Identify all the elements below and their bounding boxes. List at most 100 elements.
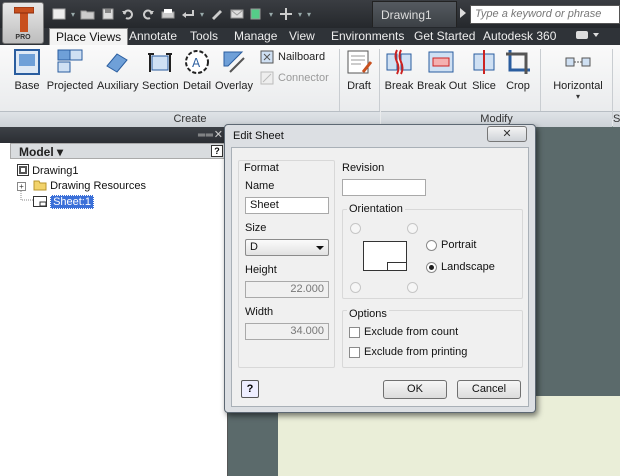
horizontal-dropdown-icon[interactable]: ▾ <box>550 92 606 101</box>
dialog-help-button[interactable]: ? <box>241 380 259 398</box>
size-select[interactable]: D <box>245 239 329 256</box>
open-icon[interactable] <box>79 7 96 22</box>
slice-button[interactable]: Slice <box>470 47 498 99</box>
origin-top-left-radio[interactable] <box>350 223 361 234</box>
redo-icon[interactable] <box>139 7 156 22</box>
crop-button[interactable]: Crop <box>503 47 533 99</box>
draft-view-label: Draft <box>347 80 371 92</box>
browser-title-bar[interactable]: ═ ═ ✕ <box>0 127 228 143</box>
color-dropdown-icon[interactable]: ▾ <box>268 10 274 19</box>
next-panel-title[interactable]: S <box>613 111 620 127</box>
ribbon-divider <box>339 49 340 119</box>
slice-label: Slice <box>472 80 496 92</box>
quick-access-toolbar: ▾ ▾ ▾ ▾ ▾ <box>50 5 312 23</box>
tab-autodesk-360[interactable]: Autodesk 360 <box>483 28 556 45</box>
origin-bottom-right-radio[interactable] <box>407 282 418 293</box>
measure-icon[interactable] <box>277 7 294 22</box>
landscape-label: Landscape <box>441 261 495 273</box>
overlay-view-label: Overlay <box>215 80 253 92</box>
draft-view-button[interactable]: Draft <box>344 47 374 99</box>
mail-icon[interactable] <box>228 7 245 22</box>
app-edition-label: PRO <box>15 34 31 41</box>
color-icon[interactable] <box>248 7 265 22</box>
overlay-view-button[interactable]: Overlay <box>215 47 253 99</box>
cancel-button[interactable]: Cancel <box>457 380 521 399</box>
new-dropdown-icon[interactable]: ▾ <box>70 10 76 19</box>
break-out-icon <box>426 47 456 77</box>
browser-header[interactable]: Model ▾ ? <box>10 143 226 159</box>
tree-item-drawing[interactable]: Drawing1 <box>17 164 79 177</box>
tab-environments[interactable]: Environments <box>331 28 404 45</box>
tab-annotate[interactable]: Annotate <box>129 28 177 45</box>
camera-icon[interactable] <box>576 31 588 39</box>
nailboard-button[interactable]: Nailboard <box>260 50 325 64</box>
camera-dropdown-icon[interactable] <box>593 33 599 37</box>
expand-arrow-icon[interactable] <box>460 8 466 18</box>
tab-manage[interactable]: Manage <box>234 28 277 45</box>
exclude-count-checkbox[interactable] <box>349 327 360 338</box>
tree-item-drawing-resources[interactable]: Drawing Resources <box>33 179 146 192</box>
return-dropdown-icon[interactable]: ▾ <box>199 10 205 19</box>
width-field: 34.000 <box>245 323 329 340</box>
browser-close-icon[interactable]: ✕ <box>214 128 223 141</box>
document-tab[interactable]: Drawing1 <box>372 1 457 27</box>
revision-field[interactable] <box>342 179 426 196</box>
tree-connector-lines <box>20 191 33 201</box>
base-view-button[interactable]: Base <box>12 47 42 99</box>
ribbon-panel: Base Projected Auxiliary Section A Detai… <box>0 45 620 127</box>
name-field[interactable]: Sheet <box>245 197 329 214</box>
orientation-legend: Orientation <box>347 203 405 215</box>
new-file-icon[interactable] <box>50 7 67 22</box>
break-button[interactable]: Break <box>384 47 414 99</box>
save-icon[interactable] <box>99 7 116 22</box>
origin-bottom-left-radio[interactable] <box>350 282 361 293</box>
projected-view-button[interactable]: Projected <box>46 47 94 99</box>
folder-icon <box>33 180 47 191</box>
height-field: 22.000 <box>245 281 329 298</box>
connector-icon <box>260 71 274 85</box>
break-out-button[interactable]: Break Out <box>417 47 467 99</box>
auxiliary-view-button[interactable]: Auxiliary <box>97 47 139 99</box>
exclude-count-label: Exclude from count <box>364 326 459 338</box>
qat-customize-icon[interactable]: ▾ <box>306 10 312 19</box>
tree-item-resources-label: Drawing Resources <box>50 180 147 192</box>
dialog-close-button[interactable]: ✕ <box>487 126 527 142</box>
origin-top-right-radio[interactable] <box>407 223 418 234</box>
tab-view[interactable]: View <box>289 28 315 45</box>
portrait-radio[interactable] <box>426 240 437 251</box>
expand-resources-icon[interactable]: + <box>17 182 26 191</box>
options-legend: Options <box>347 308 389 320</box>
sketch-icon[interactable] <box>208 7 225 22</box>
exclude-printing-checkbox[interactable] <box>349 347 360 358</box>
application-menu-button[interactable]: PRO <box>2 2 44 44</box>
connector-label: Connector <box>278 72 329 84</box>
horizontal-align-label: Horizontal <box>553 80 603 92</box>
drawing-icon <box>17 164 29 176</box>
svg-text:A: A <box>192 56 201 70</box>
connector-button: Connector <box>260 71 329 85</box>
print-icon[interactable] <box>159 7 176 22</box>
overlay-view-icon <box>219 47 249 77</box>
search-input[interactable]: Type a keyword or phrase <box>470 5 620 24</box>
tree-item-sheet[interactable]: Sheet:1 <box>33 195 94 209</box>
detail-view-button[interactable]: A Detail <box>182 47 212 99</box>
pin-icon[interactable]: ═ ═ <box>198 130 213 141</box>
section-view-button[interactable]: Section <box>142 47 179 99</box>
chevron-down-icon <box>316 246 324 250</box>
detail-view-label: Detail <box>182 80 212 92</box>
exclude-printing-label: Exclude from printing <box>364 346 468 358</box>
landscape-radio[interactable] <box>426 262 437 273</box>
ok-button[interactable]: OK <box>383 380 447 399</box>
tab-tools[interactable]: Tools <box>190 28 218 45</box>
return-icon[interactable] <box>179 7 196 22</box>
horizontal-align-icon <box>563 47 593 77</box>
tab-get-started[interactable]: Get Started <box>414 28 475 45</box>
undo-icon[interactable] <box>119 7 136 22</box>
detail-view-icon: A <box>182 47 212 77</box>
browser-help-icon[interactable]: ? <box>211 145 223 157</box>
horizontal-align-button[interactable]: Horizontal ▾ <box>550 47 606 101</box>
name-label: Name <box>245 180 275 192</box>
measure-dropdown-icon[interactable]: ▾ <box>297 10 303 19</box>
tab-place-views[interactable]: Place Views <box>49 28 129 45</box>
browser-title[interactable]: Model ▾ <box>19 145 63 159</box>
